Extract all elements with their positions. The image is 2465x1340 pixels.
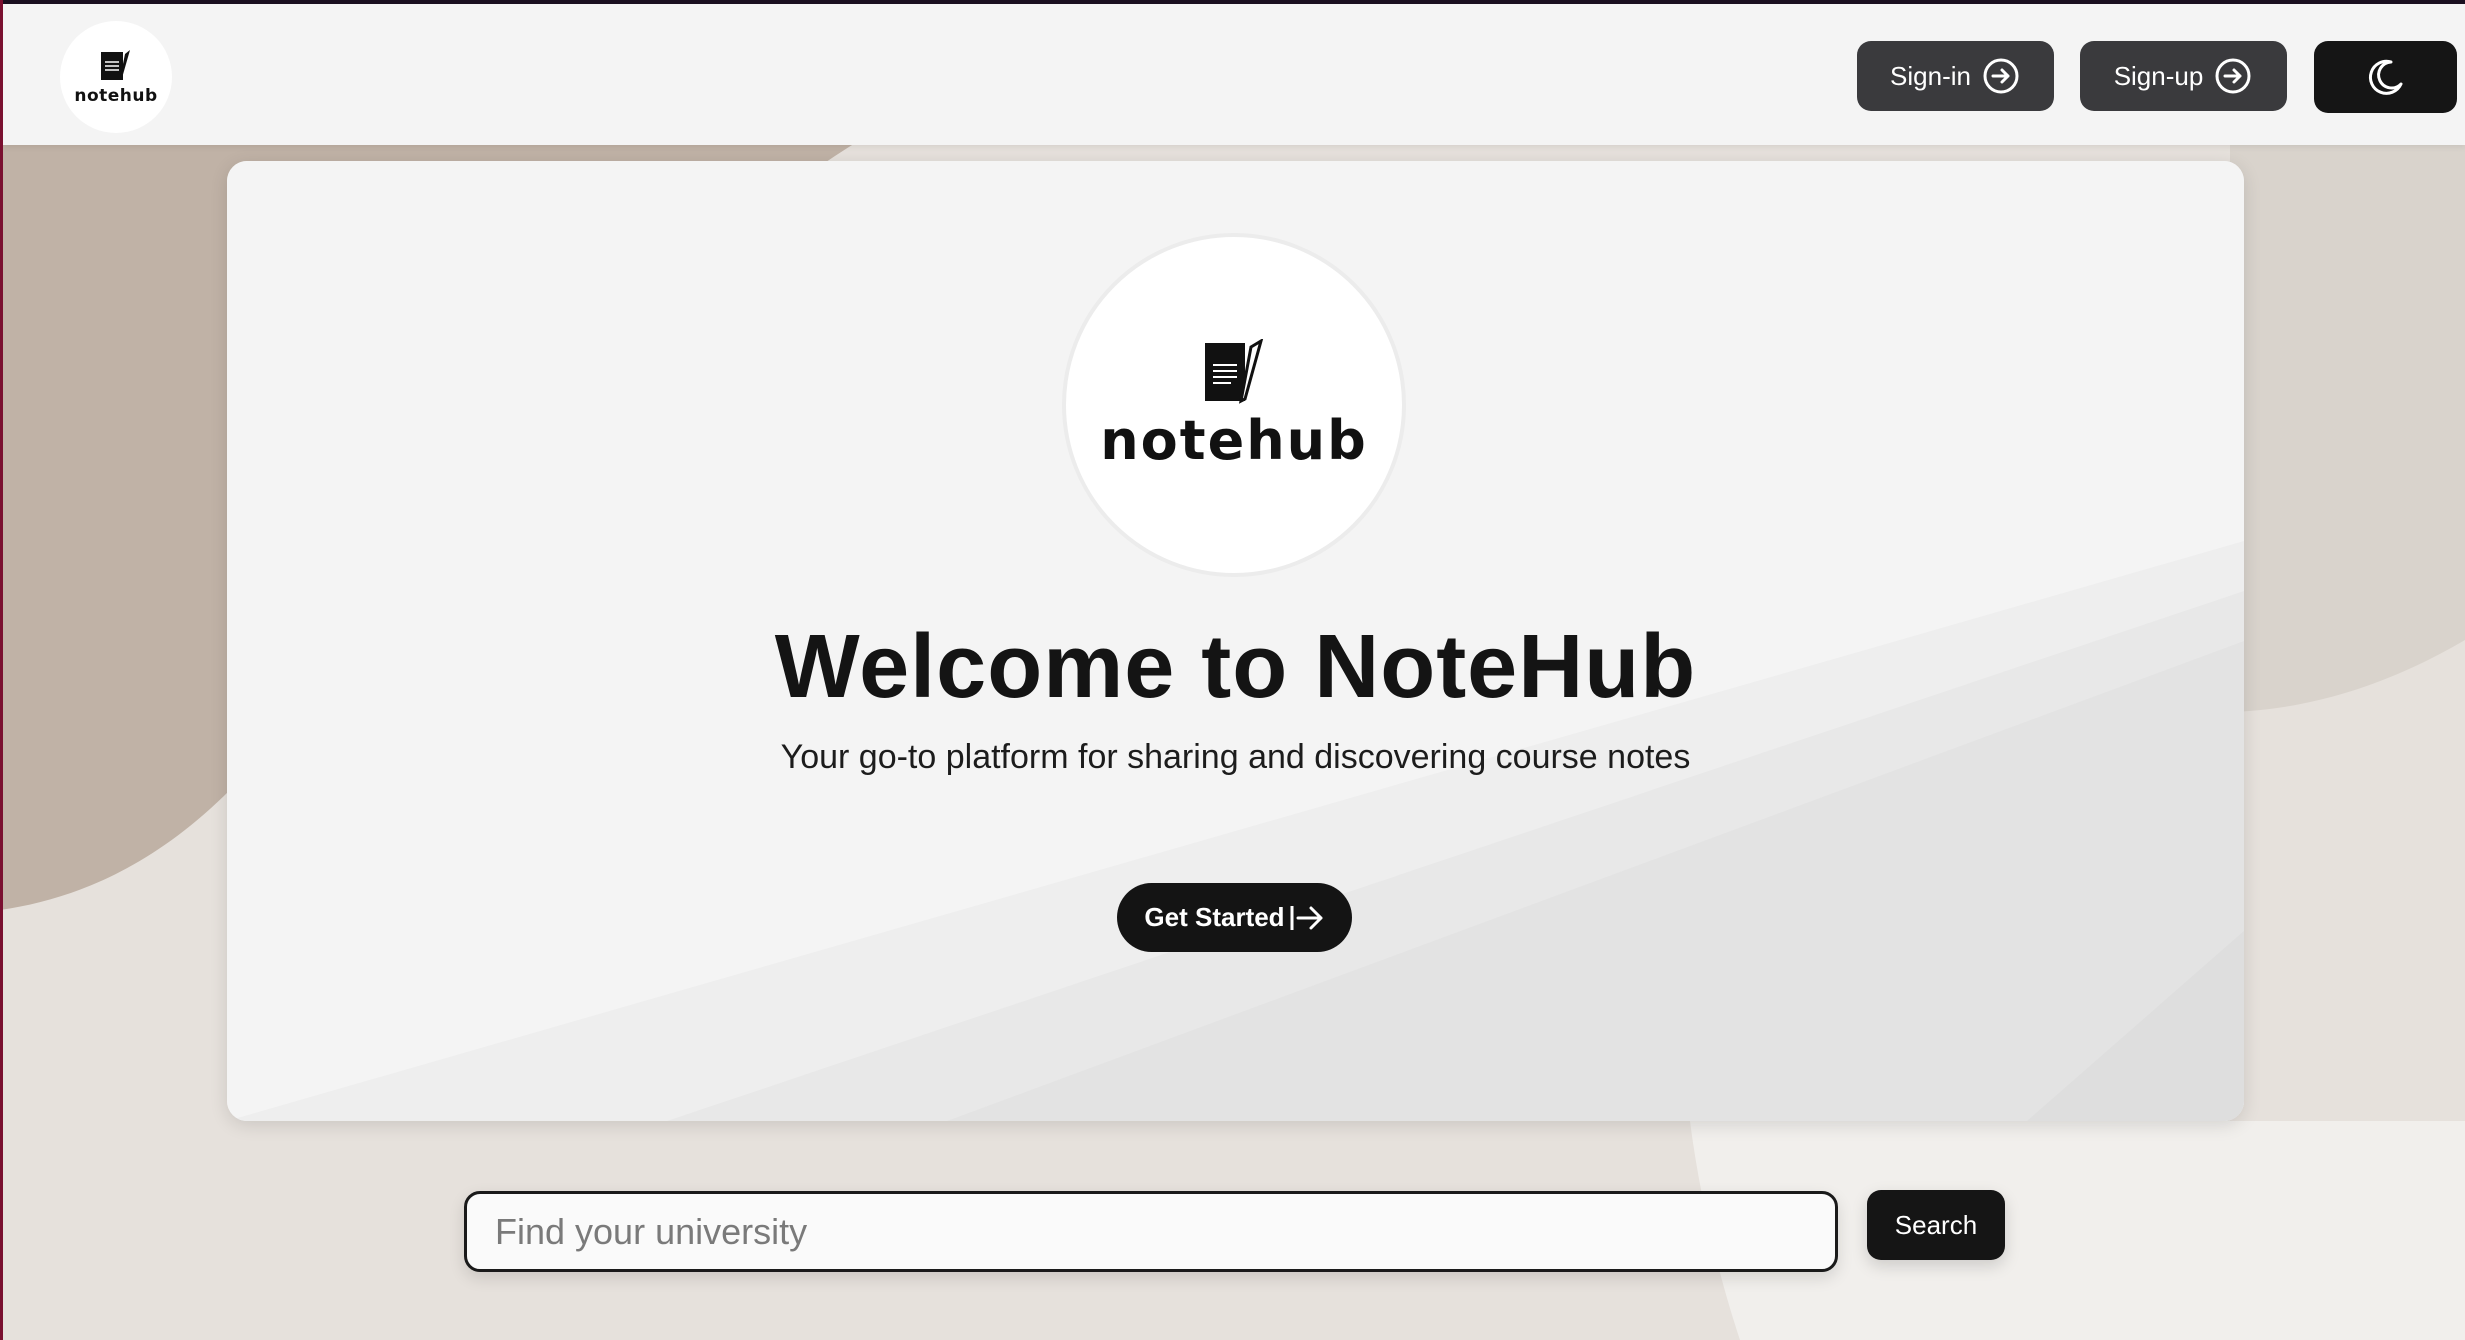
notepad-pen-icon bbox=[1205, 338, 1264, 404]
get-started-label: Get Started bbox=[1144, 902, 1285, 932]
brand-logo[interactable]: notehub bbox=[60, 21, 172, 133]
window-top-edge bbox=[0, 0, 2465, 4]
signup-button-label: Sign-up bbox=[2113, 60, 2204, 91]
theme-toggle-button[interactable] bbox=[2314, 41, 2457, 113]
search-button-label: Search bbox=[1894, 1209, 1978, 1240]
signin-button-label: Sign-in bbox=[1890, 60, 1971, 91]
hero-card: notehub Welcome to NoteHub Your go-to pl… bbox=[227, 161, 2244, 1121]
hero-logo-text: notehub bbox=[1100, 408, 1368, 472]
brand-logo-text: notehub bbox=[74, 86, 158, 106]
circle-arrow-right-icon bbox=[1983, 58, 2019, 94]
page-subtitle: Your go-to platform for sharing and disc… bbox=[780, 738, 1691, 776]
page-title: Welcome to NoteHub bbox=[774, 617, 1697, 717]
arrow-right-icon bbox=[1290, 905, 1323, 930]
signin-button[interactable]: Sign-in bbox=[1857, 41, 2054, 111]
window-left-edge bbox=[0, 0, 3, 1340]
university-search-input[interactable] bbox=[464, 1191, 1838, 1272]
circle-arrow-right-icon bbox=[2215, 58, 2251, 94]
signup-button[interactable]: Sign-up bbox=[2080, 41, 2287, 111]
search-button[interactable]: Search bbox=[1867, 1190, 2005, 1260]
get-started-button[interactable]: Get Started bbox=[1117, 883, 1352, 952]
hero-logo: notehub bbox=[1062, 233, 1406, 577]
moon-icon bbox=[2368, 59, 2402, 95]
notepad-pen-icon bbox=[101, 50, 130, 80]
top-navbar: notehub Sign-in Sign-up bbox=[3, 4, 2465, 145]
